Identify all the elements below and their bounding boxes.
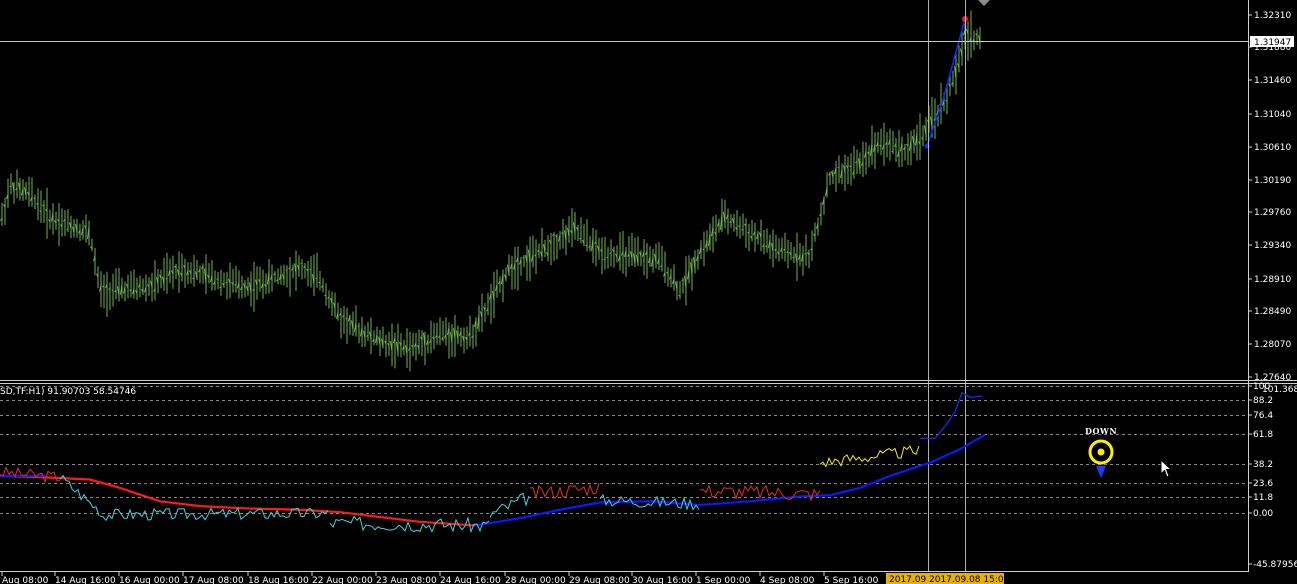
price-tick-label: 1.31040 bbox=[1254, 110, 1291, 120]
price-tick-label: 1.32310 bbox=[1254, 11, 1291, 21]
indicator-tick-label: 76.4 bbox=[1253, 411, 1273, 421]
zigzag-high-marker bbox=[962, 16, 968, 22]
candle-open-tick bbox=[702, 248, 705, 251]
indicator-tick-label: 11.8 bbox=[1253, 493, 1273, 503]
indicator-tick-label: 88.2 bbox=[1253, 396, 1273, 406]
indicator-tick-label: 38.2 bbox=[1253, 460, 1273, 470]
candle-open-tick bbox=[288, 267, 291, 270]
candle-open-tick bbox=[933, 119, 936, 121]
time-highlight-label-1: 2017.09 bbox=[889, 575, 926, 584]
price-tick-label: 1.30190 bbox=[1254, 176, 1291, 186]
signal-dot-icon bbox=[1097, 448, 1105, 456]
time-label: 16 Aug 00:00 bbox=[119, 576, 180, 584]
indicator-tick-label: 0.00 bbox=[1253, 509, 1273, 519]
indicator-tick-label: 23.6 bbox=[1253, 479, 1273, 489]
time-label: 14 Aug 16:00 bbox=[55, 576, 116, 584]
price-tick-label: 1.31460 bbox=[1254, 76, 1291, 86]
time-label: Aug 08:00 bbox=[2, 576, 49, 584]
candle-open-tick bbox=[603, 258, 606, 261]
time-label: 29 Aug 08:00 bbox=[569, 576, 630, 584]
current-price-label: 1.31947 bbox=[1254, 38, 1291, 48]
candle-open-tick bbox=[678, 294, 681, 297]
candle-open-tick bbox=[225, 281, 228, 284]
time-label: 18 Aug 16:00 bbox=[248, 576, 309, 584]
time-highlight-label-2: 2017.09.08 15:00 bbox=[929, 575, 1010, 584]
candle-open-tick bbox=[111, 289, 114, 292]
time-label: 24 Aug 16:00 bbox=[440, 576, 501, 584]
price-tick-label: 1.30610 bbox=[1254, 143, 1291, 153]
price-tick-label: 1.28070 bbox=[1254, 340, 1291, 350]
candle-open-tick bbox=[804, 252, 807, 255]
time-label: 22 Aug 00:00 bbox=[312, 576, 373, 584]
candle-open-tick bbox=[585, 244, 588, 247]
price-tick-label: 1.29340 bbox=[1254, 241, 1291, 251]
time-label: 1 Sep 00:00 bbox=[696, 576, 751, 584]
price-tick-label: 1.28910 bbox=[1254, 275, 1291, 285]
mouse-cursor-icon bbox=[1160, 459, 1173, 478]
indicator-tick-label: -45.87956 bbox=[1253, 560, 1297, 570]
chart-background bbox=[0, 0, 1297, 584]
time-label: 4 Sep 08:00 bbox=[760, 576, 815, 584]
indicator-label: SD,TF:H1) 91.90703 58.54746 bbox=[0, 387, 136, 397]
time-label: 17 Aug 08:00 bbox=[183, 576, 244, 584]
signal-down-label: DOWN bbox=[1085, 426, 1117, 436]
time-label: 5 Sep 16:00 bbox=[824, 576, 879, 584]
time-label: 30 Aug 16:00 bbox=[632, 576, 693, 584]
time-label: 23 Aug 08:00 bbox=[376, 576, 437, 584]
time-label: 28 Aug 00:00 bbox=[505, 576, 566, 584]
trading-chart: 1.323101.318801.314601.310401.306101.301… bbox=[0, 0, 1297, 584]
price-tick-label: 1.28490 bbox=[1254, 307, 1291, 317]
candle-open-tick bbox=[66, 228, 69, 231]
indicator-tick-label: 61.8 bbox=[1253, 430, 1273, 440]
price-tick-label: 1.29760 bbox=[1254, 208, 1291, 218]
indicator-top-value: 101.3682 bbox=[1262, 385, 1297, 395]
